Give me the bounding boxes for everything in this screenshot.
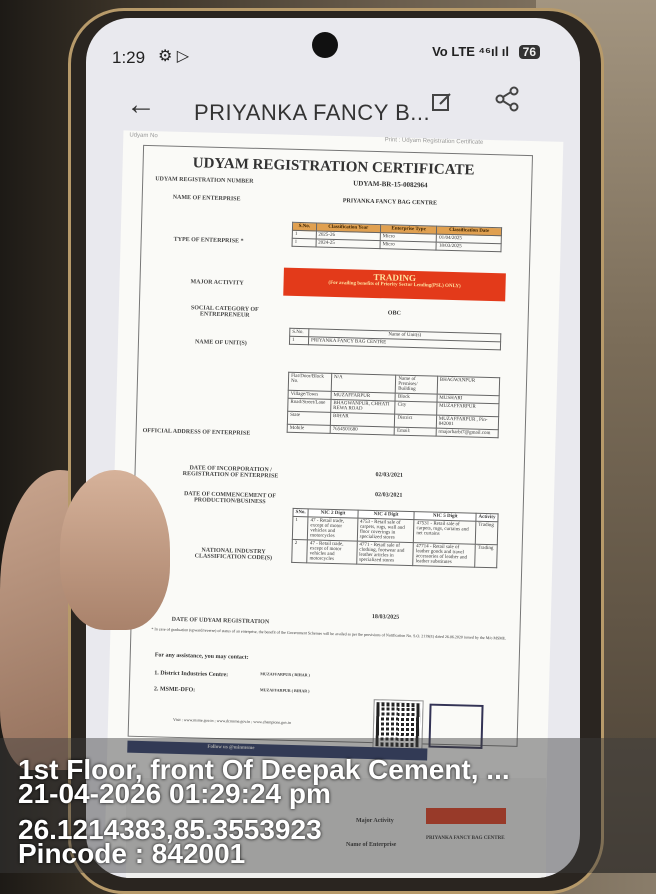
thumb [60,470,170,630]
addr-cell: City [394,401,437,416]
nic-cell: 4771 - Retail sale of clothing, footwear… [356,541,414,566]
status-time: 1:29 [112,48,146,67]
type-label: TYPE OF ENTERPRISE * [173,236,244,245]
units-table: S.No. Name of Unit(s) 1 PRIYANKA FANCY B… [289,328,501,351]
nic-cell: 47714 - Retail sale of leather goods and… [413,542,476,568]
reg-number-label: UDYAM REGISTRATION NUMBER [155,176,254,185]
page-title: PRIYANKA FANCY B... [194,100,431,125]
activity-banner: TRADING (For availing benefits of Priori… [283,267,506,302]
app-bar: ← PRIYANKA FANCY B... [86,78,580,134]
units-cell: 1 [289,336,309,345]
status-left-icons: ⚙ ▷ [158,48,190,65]
status-right-icons: Vo LTE ⁴⁶ıl ıl 76 [432,44,540,59]
addr-cell: Name of Premises/ Building [395,375,438,395]
doc-header-left: Udyam No [129,132,158,140]
nic-cell: 4753 - Retail sale of carpets, rugs, wal… [357,518,415,543]
enterprise-name-label: NAME OF ENTERPRISE [172,194,241,203]
nic-cell: 1 [292,516,309,540]
certificate-title: UDYAM REGISTRATION CERTIFICATE [192,155,475,179]
arrow-left-icon[interactable]: ← [126,88,156,122]
signal-icon: Vo LTE ⁴⁶ıl ıl [432,44,510,59]
social-label: SOCIAL CATEGORY OF ENTREPRENEUR [190,305,259,319]
classification-table: S.No. Classification Year Enterprise Typ… [292,222,503,252]
addr-cell: 7654501680 [330,425,395,436]
cls-cell: Micro [379,240,437,251]
contact2-value: MUZAFFARPUR ( BIHAR ) [259,687,310,694]
addr-cell: District [394,414,437,429]
udyam-date-label: DATE OF UDYAM REGISTRATION [171,616,270,626]
cls-cell: 18/03/2025 [436,242,502,252]
status-bar: 1:29 ⚙ ▷ Vo LTE ⁴⁶ıl ıl 76 [86,18,580,78]
contact1-value: MUZAFFARPUR ( BIHAR ) [260,671,310,678]
nic-cell: 47 - Retail trade, except of motor vehic… [306,539,358,565]
timestamp-line: 21-04-2026 01:29:24 pm [18,778,331,809]
udyam-date: 18/03/2025 [371,614,400,621]
nic-cell: 47531 - Retail sale of carpets, rugs, cu… [413,519,476,545]
addr-cell: BHAGWANPUR [436,376,500,396]
front-camera [312,32,338,58]
social-value: OBC [387,310,401,317]
battery-icon: 76 [518,45,540,59]
addr-cell: Road/Street/Lane [287,398,331,413]
units-label: NAME OF UNIT(S) [194,339,247,347]
assistance-text: For any assistance, you may contact: [154,652,249,661]
fine-print: * In case of graduation (upward/reverse)… [151,626,507,641]
activity-label: MAJOR ACTIVITY [190,279,244,287]
cls-cell: 1 [292,238,316,247]
nic-label: NATIONAL INDUSTRY CLASSIFICATION CODE(S) [194,547,273,562]
nic-cell: Trading [474,544,498,568]
edit-icon[interactable] [430,90,454,120]
pincode-line: Pincode : 842001 [18,838,246,869]
incorporation-date: 02/03/2021 [375,472,403,479]
certificate-frame: UDYAM REGISTRATION CERTIFICATE UDYAM REG… [127,144,533,751]
addr-cell: Email: [394,427,437,437]
nic-table: SNo. NIC 2 Digit NIC 4 Digit NIC 5 Digit… [291,508,499,568]
contact2-label: 2. MSME-DFO: [153,686,196,694]
reg-number: UDYAM-BR-15-0082964 [353,179,428,190]
addr-cell: Flat/Door/Block No. [288,372,332,392]
incorporation-label: DATE OF INCORPORATION / REGISTRATION OF … [182,465,279,480]
addr-cell: rmajorbarbi7@gmail.com [435,428,499,438]
visit-text: Visit : www.msme.gov.in ; www.dcmsme.gov… [173,716,291,725]
nic-cell: 47 - Retail trade, except of motor vehic… [307,516,358,542]
addr-cell: N/A [331,373,396,394]
commencement-label: DATE OF COMMENCEMENT OF PRODUCTION/BUSIN… [183,491,277,506]
nic-cell: Trading [475,521,498,545]
enterprise-name: PRIYANKA FANCY BAG CENTRE [342,198,438,207]
contact1-label: 1. District Industries Centre: [154,670,229,679]
share-icon[interactable] [494,86,520,119]
commencement-date: 02/03/2021 [374,492,403,499]
address-label: OFFICIAL ADDRESS OF ENTERPRISE [142,427,251,437]
addr-cell: State [287,411,331,426]
table-row: 2 47 - Retail trade, except of motor veh… [291,539,498,568]
cls-cell: 2024-25 [315,238,381,249]
nic-cell: 2 [291,539,308,563]
addr-cell: Mobile [287,424,331,434]
doc-header-right: Print : Udyam Registration Certificate [384,137,484,146]
address-table: Flat/Door/Block No. N/A Name of Premises/ … [287,372,501,439]
geotag-overlay: 1st Floor, front Of Deepak Cement, ... 2… [0,738,656,873]
